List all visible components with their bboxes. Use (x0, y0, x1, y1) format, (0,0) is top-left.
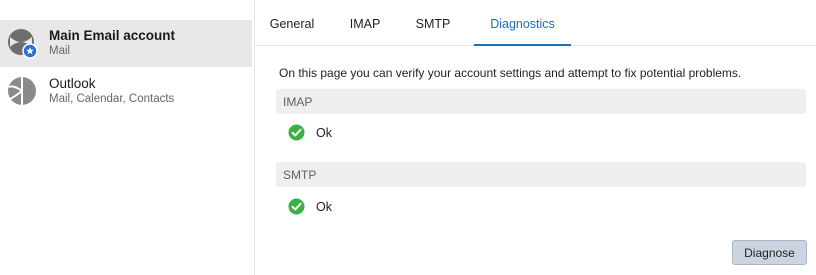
account-description: Mail, Calendar, Contacts (49, 93, 175, 105)
status-text: Ok (316, 200, 332, 214)
diagnose-button[interactable]: Diagnose (732, 240, 807, 265)
account-name: Outlook (49, 76, 96, 91)
account-description: Mail (49, 45, 71, 57)
account-settings-panel: General IMAP SMTP Diagnostics On this pa… (255, 0, 816, 275)
check-circle-icon (288, 124, 305, 141)
imap-section-header: IMAP (276, 89, 806, 114)
account-sidebar: Main Email account Mail Outlook Mail, Ca… (0, 0, 255, 275)
diagnostics-intro-text: On this page you can verify your account… (279, 66, 742, 80)
status-text: Ok (316, 126, 332, 140)
smtp-section-header: SMTP (276, 162, 806, 187)
settings-tabs: General IMAP SMTP Diagnostics (255, 0, 816, 46)
check-circle-icon (288, 198, 305, 215)
tab-general[interactable]: General (261, 0, 323, 45)
email-account-icon (8, 29, 38, 59)
tab-imap[interactable]: IMAP (341, 0, 389, 45)
tab-diagnostics[interactable]: Diagnostics (474, 0, 571, 46)
account-item-outlook[interactable]: Outlook Mail, Calendar, Contacts (0, 68, 252, 115)
tab-smtp[interactable]: SMTP (409, 0, 457, 45)
outlook-icon (8, 77, 36, 105)
account-item-main-email[interactable]: Main Email account Mail (0, 20, 252, 67)
section-title: SMTP (283, 168, 317, 182)
section-title: IMAP (283, 95, 313, 109)
account-name: Main Email account (49, 28, 176, 43)
